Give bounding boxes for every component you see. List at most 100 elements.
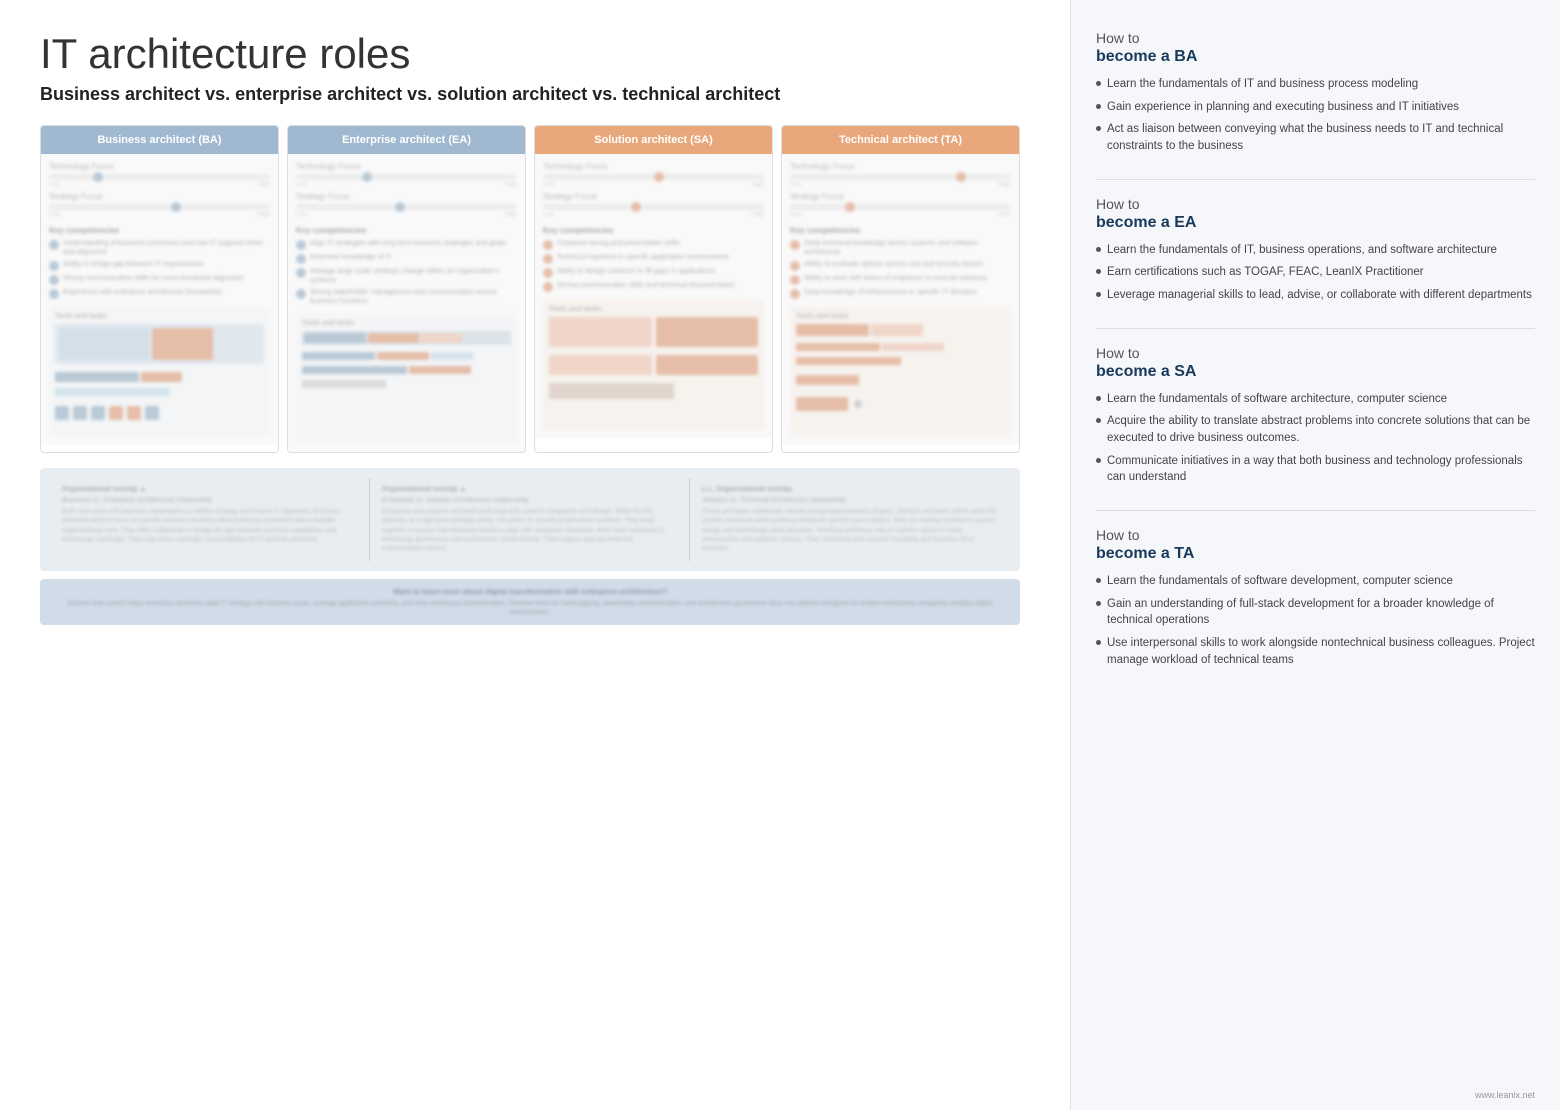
sidebar-ta-text-3: Use interpersonal skills to work alongsi… [1107, 635, 1535, 668]
sidebar-ea-item-1: Learn the fundamentals of IT, business o… [1096, 242, 1535, 259]
ba-tech-label: Technology Focus [49, 162, 270, 171]
ba-comp-1: Understanding of business processes and … [49, 239, 270, 257]
sidebar-ea-bullet-2 [1096, 269, 1101, 274]
sidebar-ba-item-2: Gain experience in planning and executin… [1096, 99, 1535, 116]
sidebar-sa-how: How to [1096, 345, 1535, 361]
sa-column: Solution architect (SA) Technology Focus… [534, 125, 773, 453]
sidebar-divider-2 [1096, 328, 1535, 329]
ea-strat-track [296, 204, 517, 210]
ta-column: Technical architect (TA) Technology Focu… [781, 125, 1020, 453]
sidebar-ta-item-3: Use interpersonal skills to work alongsi… [1096, 635, 1535, 668]
sidebar-sa-text-1: Learn the fundamentals of software archi… [1107, 391, 1447, 408]
sidebar-ea-how: How to [1096, 196, 1535, 212]
sidebar-ta-item-1: Learn the fundamentals of software devel… [1096, 573, 1535, 590]
sidebar-ea-text-1: Learn the fundamentals of IT, business o… [1107, 242, 1497, 259]
sidebar-sa-section: How to become a SA Learn the fundamental… [1096, 345, 1535, 486]
ea-strat-dot [395, 202, 405, 212]
ea-column: Enterprise architect (EA) Technology Foc… [287, 125, 526, 453]
sidebar-sa-role: become a SA [1096, 363, 1535, 381]
ea-header: Enterprise architect (EA) [288, 126, 525, 154]
ta-tools: Tools and tasks [790, 307, 1011, 437]
ta-tech-dot [956, 172, 966, 182]
ba-strat-label: Strategy Focus [49, 192, 270, 201]
sidebar-ba-item-1: Learn the fundamentals of IT and busines… [1096, 76, 1535, 93]
sidebar-sa-text-2: Acquire the ability to translate abstrac… [1107, 413, 1535, 446]
ta-header: Technical architect (TA) [782, 126, 1019, 154]
ea-tech-dot [362, 172, 372, 182]
ba-strat-dot [171, 202, 181, 212]
sidebar-ba-text-3: Act as liaison between conveying what th… [1107, 121, 1535, 154]
sidebar-ba-section: How to become a BA Learn the fundamental… [1096, 30, 1535, 155]
ba-comp-label: Key competencies [49, 226, 270, 235]
sidebar-ea-text-3: Leverage managerial skills to lead, advi… [1107, 287, 1532, 304]
sidebar-ta-text-1: Learn the fundamentals of software devel… [1107, 573, 1453, 590]
sidebar-divider-1 [1096, 179, 1535, 180]
sidebar-sa-text-3: Communicate initiatives in a way that bo… [1107, 453, 1535, 486]
footer-website: www.leanix.net [1475, 1090, 1535, 1100]
sidebar-ea-role: become a EA [1096, 214, 1535, 232]
footer-overlap-1: Organizational overlap ▲ Business vs. En… [50, 478, 370, 560]
sidebar-ta-item-2: Gain an understanding of full-stack deve… [1096, 596, 1535, 629]
ba-check-3 [49, 275, 59, 285]
ta-competencies: Key competencies Deep technical knowledg… [790, 226, 1011, 299]
sidebar-ea-item-3: Leverage managerial skills to lead, advi… [1096, 287, 1535, 304]
sidebar-ba-bullet-1 [1096, 81, 1101, 86]
sidebar-ba-bullet-3 [1096, 126, 1101, 131]
ba-check-2 [49, 261, 59, 271]
ba-focus: Technology Focus LowHigh Strategy Focus … [49, 162, 270, 218]
ta-focus: Technology Focus LowHigh Strategy Focus … [790, 162, 1011, 218]
ea-tech-track [296, 174, 517, 180]
ba-comp-2: Ability to bridge gap between IT require… [49, 260, 270, 271]
sidebar-ta-section: How to become a TA Learn the fundamental… [1096, 527, 1535, 668]
sa-tech-track [543, 174, 764, 180]
ea-tools: Tools and tasks [296, 314, 517, 444]
sidebar-ea-text-2: Earn certifications such as TOGAF, FEAC,… [1107, 264, 1424, 281]
sidebar-ea-bullet-3 [1096, 292, 1101, 297]
footer-overlap-2: Organizational overlap ▲ Enterprise vs. … [370, 478, 690, 560]
sa-strat-label: Strategy Focus [543, 192, 764, 201]
sa-body: Technology Focus LowHigh Strategy Focus … [535, 154, 772, 438]
sidebar-ta-bullet-3 [1096, 640, 1101, 645]
sa-competencies: Key competencies Customer-facing and pre… [543, 226, 764, 292]
sidebar-divider-3 [1096, 510, 1535, 511]
ba-competencies: Key competencies Understanding of busine… [49, 226, 270, 299]
ta-strat-dot [845, 202, 855, 212]
sidebar-ba-how: How to [1096, 30, 1535, 46]
sidebar-ta-how: How to [1096, 527, 1535, 543]
sidebar-ta-bullet-1 [1096, 578, 1101, 583]
sidebar-sa-item-1: Learn the fundamentals of software archi… [1096, 391, 1535, 408]
ea-strat-label: Strategy Focus [296, 192, 517, 201]
arch-grid: Business architect (BA) Technology Focus… [40, 125, 1020, 453]
sa-strat-track [543, 204, 764, 210]
ta-strat-label: Strategy Focus [790, 192, 1011, 201]
ta-tech-track [790, 174, 1011, 180]
sidebar-ba-item-3: Act as liaison between conveying what th… [1096, 121, 1535, 154]
ba-tech-dot [93, 172, 103, 182]
sidebar-sa-item-3: Communicate initiatives in a way that bo… [1096, 453, 1535, 486]
footer-overlap-3: L.L. Organizational overlap Solution vs.… [690, 478, 1010, 560]
ba-column: Business architect (BA) Technology Focus… [40, 125, 279, 453]
sa-focus: Technology Focus LowHigh Strategy Focus … [543, 162, 764, 218]
sidebar-ta-role: become a TA [1096, 545, 1535, 563]
sidebar-ba-text-2: Gain experience in planning and executin… [1107, 99, 1459, 116]
page-subtitle: Business architect vs. enterprise archit… [40, 84, 1020, 105]
sidebar-sa-bullet-1 [1096, 396, 1101, 401]
sidebar-ea-bullet-1 [1096, 247, 1101, 252]
sidebar-ba-text-1: Learn the fundamentals of IT and busines… [1107, 76, 1418, 93]
ba-comp-4: Experience with enterprise architecture … [49, 288, 270, 299]
ea-focus: Technology Focus LowHigh Strategy Focus … [296, 162, 517, 218]
bottom-note: Want to learn more about digital transfo… [40, 579, 1020, 625]
ba-tech-track [49, 174, 270, 180]
sidebar-ta-bullet-2 [1096, 601, 1101, 606]
ta-strat-track [790, 204, 1011, 210]
ta-body: Technology Focus LowHigh Strategy Focus … [782, 154, 1019, 445]
sidebar-sa-item-2: Acquire the ability to translate abstrac… [1096, 413, 1535, 446]
sa-header: Solution architect (SA) [535, 126, 772, 154]
ea-competencies: Key competencies Align IT strategies wit… [296, 226, 517, 306]
ea-tech-label: Technology Focus [296, 162, 517, 171]
ba-tools: Tools and tasks [49, 307, 270, 437]
sa-tools: Tools and tasks [543, 300, 764, 430]
ba-strat-track [49, 204, 270, 210]
ba-check-1 [49, 240, 59, 250]
ba-check-4 [49, 289, 59, 299]
